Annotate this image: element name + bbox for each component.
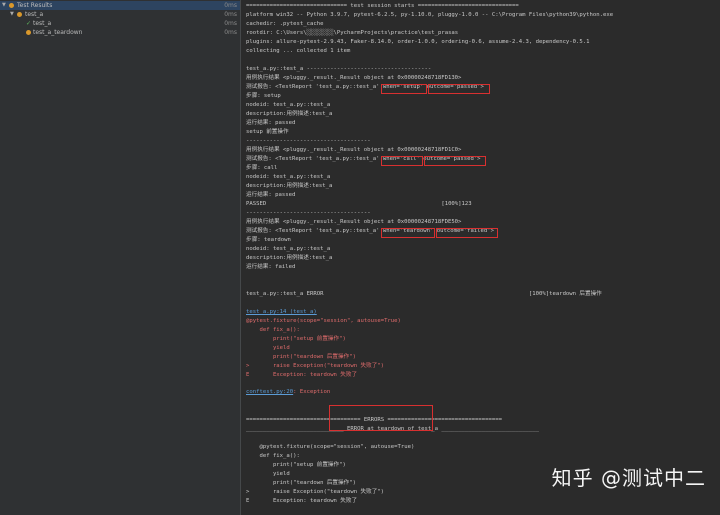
conftest-line: conftest.py:20: Exception <box>246 388 330 397</box>
tree-item-test-a-teardown[interactable]: test_a_teardown 0ms <box>0 28 240 37</box>
highlight-errors-header <box>329 405 433 431</box>
console-line: description:用例描述:test_a <box>246 255 333 261</box>
console-line: 运行结果: failed <box>246 264 296 270</box>
console-line: PASSED [100%]123 <box>246 201 472 207</box>
console-line: ------------------------------------- <box>246 210 371 216</box>
console-line: plugins: allure-pytest-2.9.43, Faker-8.1… <box>246 39 590 45</box>
expand-arrow-icon[interactable]: ▼ <box>10 10 14 19</box>
console-error-line: def fix_a(): <box>246 327 300 333</box>
highlight-when-setup <box>381 84 427 94</box>
console-line: 步骤: call <box>246 165 278 171</box>
console-error-line: @pytest.fixture(scope="session", autouse… <box>246 318 401 324</box>
highlight-outcome-passed <box>424 156 486 166</box>
console-line: 用例执行结果 <pluggy._result._Result object at… <box>246 147 462 153</box>
highlight-outcome-failed <box>436 228 498 238</box>
console-line: 运行结果: passed <box>246 120 296 126</box>
tree-root-time: 0ms <box>224 2 237 9</box>
tree-item-test-a[interactable]: ✓ test_a 0ms <box>0 19 240 28</box>
conftest-exception-text: : Exception <box>293 389 331 395</box>
console-line: > raise Exception("teardown 失败了") <box>246 489 385 495</box>
warning-status-icon <box>9 3 14 8</box>
console-error-line: print("setup 前置操作") <box>246 336 346 342</box>
console-line: print("setup 前置操作") <box>246 462 346 468</box>
traceback-source-link[interactable]: test_a.py:14 (test_a) <box>246 308 317 317</box>
console-line: setup 前置操作 <box>246 129 289 135</box>
error-status-icon <box>26 30 31 35</box>
zhihu-watermark: 知乎 @测试中二 <box>551 466 706 490</box>
tree-item-time: 0ms <box>224 20 237 27</box>
console-error-line: > raise Exception("teardown 失败了") <box>246 363 385 369</box>
warning-status-icon <box>17 12 22 17</box>
console-line: @pytest.fixture(scope="session", autouse… <box>246 444 415 450</box>
tree-root-row[interactable]: ▼ Test Results 0ms <box>0 1 240 10</box>
console-line: E Exception: teardown 失败了 <box>246 498 358 504</box>
console-line: 步骤: teardown <box>246 237 291 243</box>
console-line: description:用例描述:test_a <box>246 183 333 189</box>
console-line: 步骤: setup <box>246 93 281 99</box>
tree-file-label: test_a <box>25 11 44 18</box>
console-line: test_a.py::test_a ----------------------… <box>246 66 432 72</box>
console-error-line: yield <box>246 345 290 351</box>
expand-arrow-icon[interactable]: ▼ <box>2 1 6 10</box>
console-line: collecting ... collected 1 item <box>246 48 351 54</box>
console-line: 用例执行结果 <pluggy._result._Result object at… <box>246 75 462 81</box>
conftest-link[interactable]: conftest.py:20 <box>246 389 293 395</box>
tree-item-label: test_a_teardown <box>33 29 83 36</box>
console-output[interactable]: ============================== test sess… <box>241 0 720 515</box>
tree-file-row[interactable]: ▼ test_a 0ms <box>0 10 240 19</box>
console-line: def fix_a(): <box>246 453 300 459</box>
highlight-when-teardown <box>381 228 435 238</box>
console-line: cachedir: .pytest_cache <box>246 21 324 27</box>
check-icon: ✓ <box>26 20 32 27</box>
highlight-when-call <box>381 156 423 166</box>
console-line: nodeid: test_a.py::test_a <box>246 102 331 108</box>
console-line: 用例执行结果 <pluggy._result._Result object at… <box>246 219 462 225</box>
console-line: nodeid: test_a.py::test_a <box>246 174 331 180</box>
highlight-outcome-passed <box>428 84 490 94</box>
tree-item-label: test_a <box>33 20 52 27</box>
tree-root-label: Test Results <box>17 2 53 9</box>
tree-file-time: 0ms <box>224 11 237 18</box>
console-line: rootdir: C:\Users\░░░░░░░░\PycharmProjec… <box>246 30 459 36</box>
console-line: nodeid: test_a.py::test_a <box>246 246 331 252</box>
console-line: ============================== test sess… <box>246 3 519 9</box>
console-error-line: E Exception: teardown 失败了 <box>246 372 358 378</box>
tree-item-time: 0ms <box>224 29 237 36</box>
console-line: description:用例描述:test_a <box>246 111 333 117</box>
console-line: print("teardown 后置操作") <box>246 480 356 486</box>
console-line: yield <box>246 471 290 477</box>
console-line: ------------------------------------- <box>246 138 371 144</box>
test-results-tree: ▼ Test Results 0ms ▼ test_a 0ms ✓ test_a… <box>0 0 241 515</box>
console-line: platform win32 -- Python 3.9.7, pytest-6… <box>246 12 614 18</box>
console-line: 运行结果: passed <box>246 192 296 198</box>
console-line: test_a.py::test_a ERROR [100%]teardown 后… <box>246 291 602 297</box>
console-error-line: print("teardown 后置操作") <box>246 354 356 360</box>
